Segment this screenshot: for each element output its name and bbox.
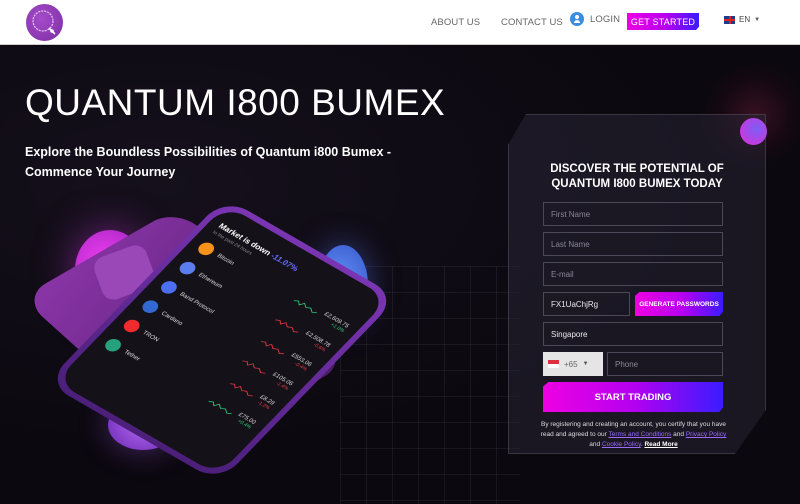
coin-icon bbox=[157, 278, 180, 297]
form-title: DISCOVER THE POTENTIAL OF QUANTUM I800 B… bbox=[550, 163, 724, 190]
coin-icon bbox=[120, 317, 143, 335]
coin-icon bbox=[176, 259, 199, 277]
hero-title: QUANTUM I800 BUMEX bbox=[25, 82, 446, 123]
decorative-orb bbox=[740, 118, 767, 145]
logo-icon[interactable] bbox=[26, 4, 63, 41]
country-code-select[interactable]: +65 ▼ bbox=[543, 352, 603, 376]
language-label: EN bbox=[739, 15, 751, 24]
get-started-button[interactable]: GET STARTED bbox=[627, 13, 699, 30]
coin-icon bbox=[139, 298, 162, 316]
disclaimer-text: By registering and creating an account, … bbox=[536, 420, 731, 450]
singapore-flag-icon bbox=[548, 360, 559, 368]
last-name-input[interactable] bbox=[543, 232, 723, 256]
coin-icon bbox=[195, 240, 218, 258]
site-header: ABOUT US CONTACT US LOGIN GET STARTED EN… bbox=[0, 0, 800, 45]
read-more-link[interactable]: Read More bbox=[644, 441, 677, 448]
generate-passwords-button[interactable]: GENERATE PASSWORDS bbox=[635, 292, 723, 316]
language-selector[interactable]: EN ▼ bbox=[724, 15, 760, 24]
sparkline bbox=[208, 400, 232, 414]
sparkline bbox=[229, 383, 254, 397]
sparkline bbox=[275, 319, 299, 333]
nav-login[interactable]: LOGIN bbox=[570, 12, 620, 26]
sparkline bbox=[261, 341, 285, 355]
password-input[interactable] bbox=[543, 292, 630, 316]
disclaimer-and: and bbox=[589, 441, 602, 448]
login-label: LOGIN bbox=[590, 13, 621, 25]
caret-down-icon: ▼ bbox=[582, 361, 589, 367]
sparkline bbox=[293, 300, 318, 314]
disclaimer-and: and bbox=[671, 431, 686, 438]
email-input[interactable] bbox=[543, 262, 723, 286]
user-icon bbox=[570, 12, 584, 26]
start-trading-button[interactable]: START TRADING bbox=[543, 382, 723, 412]
country-input[interactable] bbox=[543, 322, 723, 346]
nav-contact-us[interactable]: CONTACT US bbox=[501, 17, 563, 28]
hero-subtitle: Explore the Boundless Possibilities of Q… bbox=[25, 145, 392, 179]
nav-about-us[interactable]: ABOUT US bbox=[431, 17, 480, 28]
first-name-input[interactable] bbox=[543, 202, 723, 226]
cookie-policy-link[interactable]: Cookie Policy bbox=[602, 441, 641, 448]
uk-flag-icon bbox=[724, 15, 735, 24]
terms-link[interactable]: Terms and Conditions bbox=[609, 431, 672, 438]
country-code-value: +65 bbox=[564, 359, 578, 369]
caret-down-icon: ▼ bbox=[754, 16, 761, 23]
sparkline bbox=[242, 360, 266, 374]
privacy-policy-link[interactable]: Privacy Policy bbox=[686, 431, 726, 438]
phone-input[interactable] bbox=[607, 352, 723, 376]
coin-icon bbox=[102, 336, 125, 354]
